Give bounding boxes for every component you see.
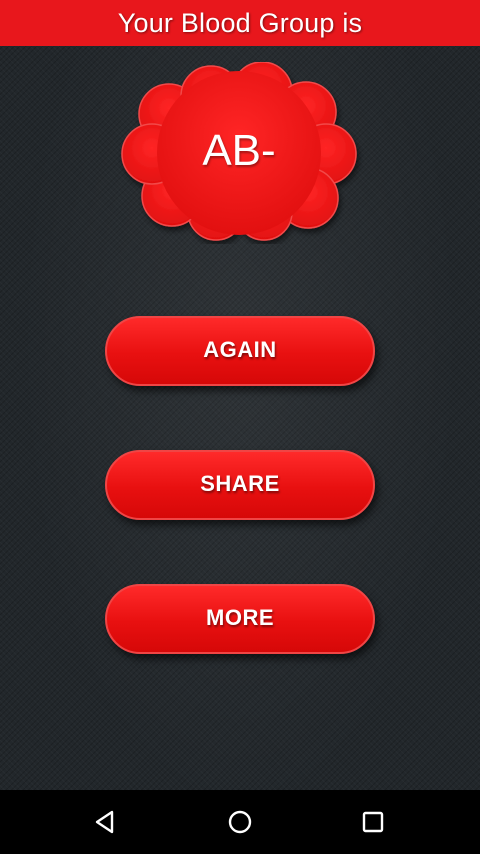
again-button-label: AGAIN [203, 337, 277, 362]
recent-apps-square-icon [362, 811, 384, 833]
share-button-label: SHARE [200, 471, 280, 496]
more-button-label: MORE [206, 605, 274, 630]
home-circle-icon [228, 810, 252, 834]
nav-recent-apps-button[interactable] [353, 802, 393, 842]
share-button[interactable]: SHARE [105, 450, 375, 520]
result-cloud: AB- [114, 62, 364, 244]
system-navigation-bar [0, 790, 480, 854]
blood-group-result: AB- [202, 126, 276, 175]
page-title: Your Blood Group is [117, 7, 363, 38]
nav-home-button[interactable] [220, 802, 260, 842]
again-button[interactable]: AGAIN [105, 316, 375, 386]
back-triangle-icon [95, 810, 114, 834]
more-button[interactable]: MORE [105, 584, 375, 654]
header-bar: Your Blood Group is [0, 0, 480, 46]
nav-back-button[interactable] [86, 802, 126, 842]
